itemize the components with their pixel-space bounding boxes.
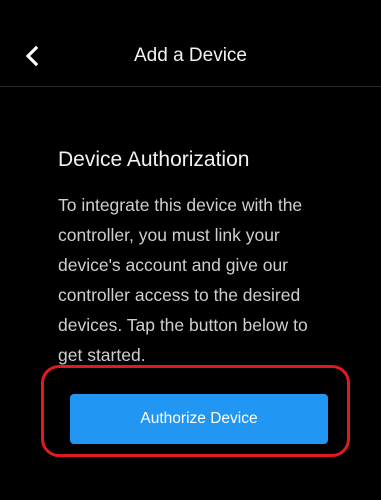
section-title: Device Authorization <box>58 148 250 171</box>
header-divider <box>0 86 381 87</box>
description-line: controller access to the desired <box>58 285 301 305</box>
page-title: Add a Device <box>133 45 247 66</box>
description-line: controller, you must link your <box>58 225 280 245</box>
description-line: device's account and give our <box>58 255 289 275</box>
authorize-device-button[interactable]: Authorize Device <box>70 394 328 444</box>
description-line: To integrate this device with the <box>58 195 303 215</box>
app-header: Add a Device <box>0 0 381 86</box>
description-line: devices. Tap the button below to <box>58 315 308 335</box>
authorization-description: To integrate this device with the contro… <box>58 190 348 370</box>
